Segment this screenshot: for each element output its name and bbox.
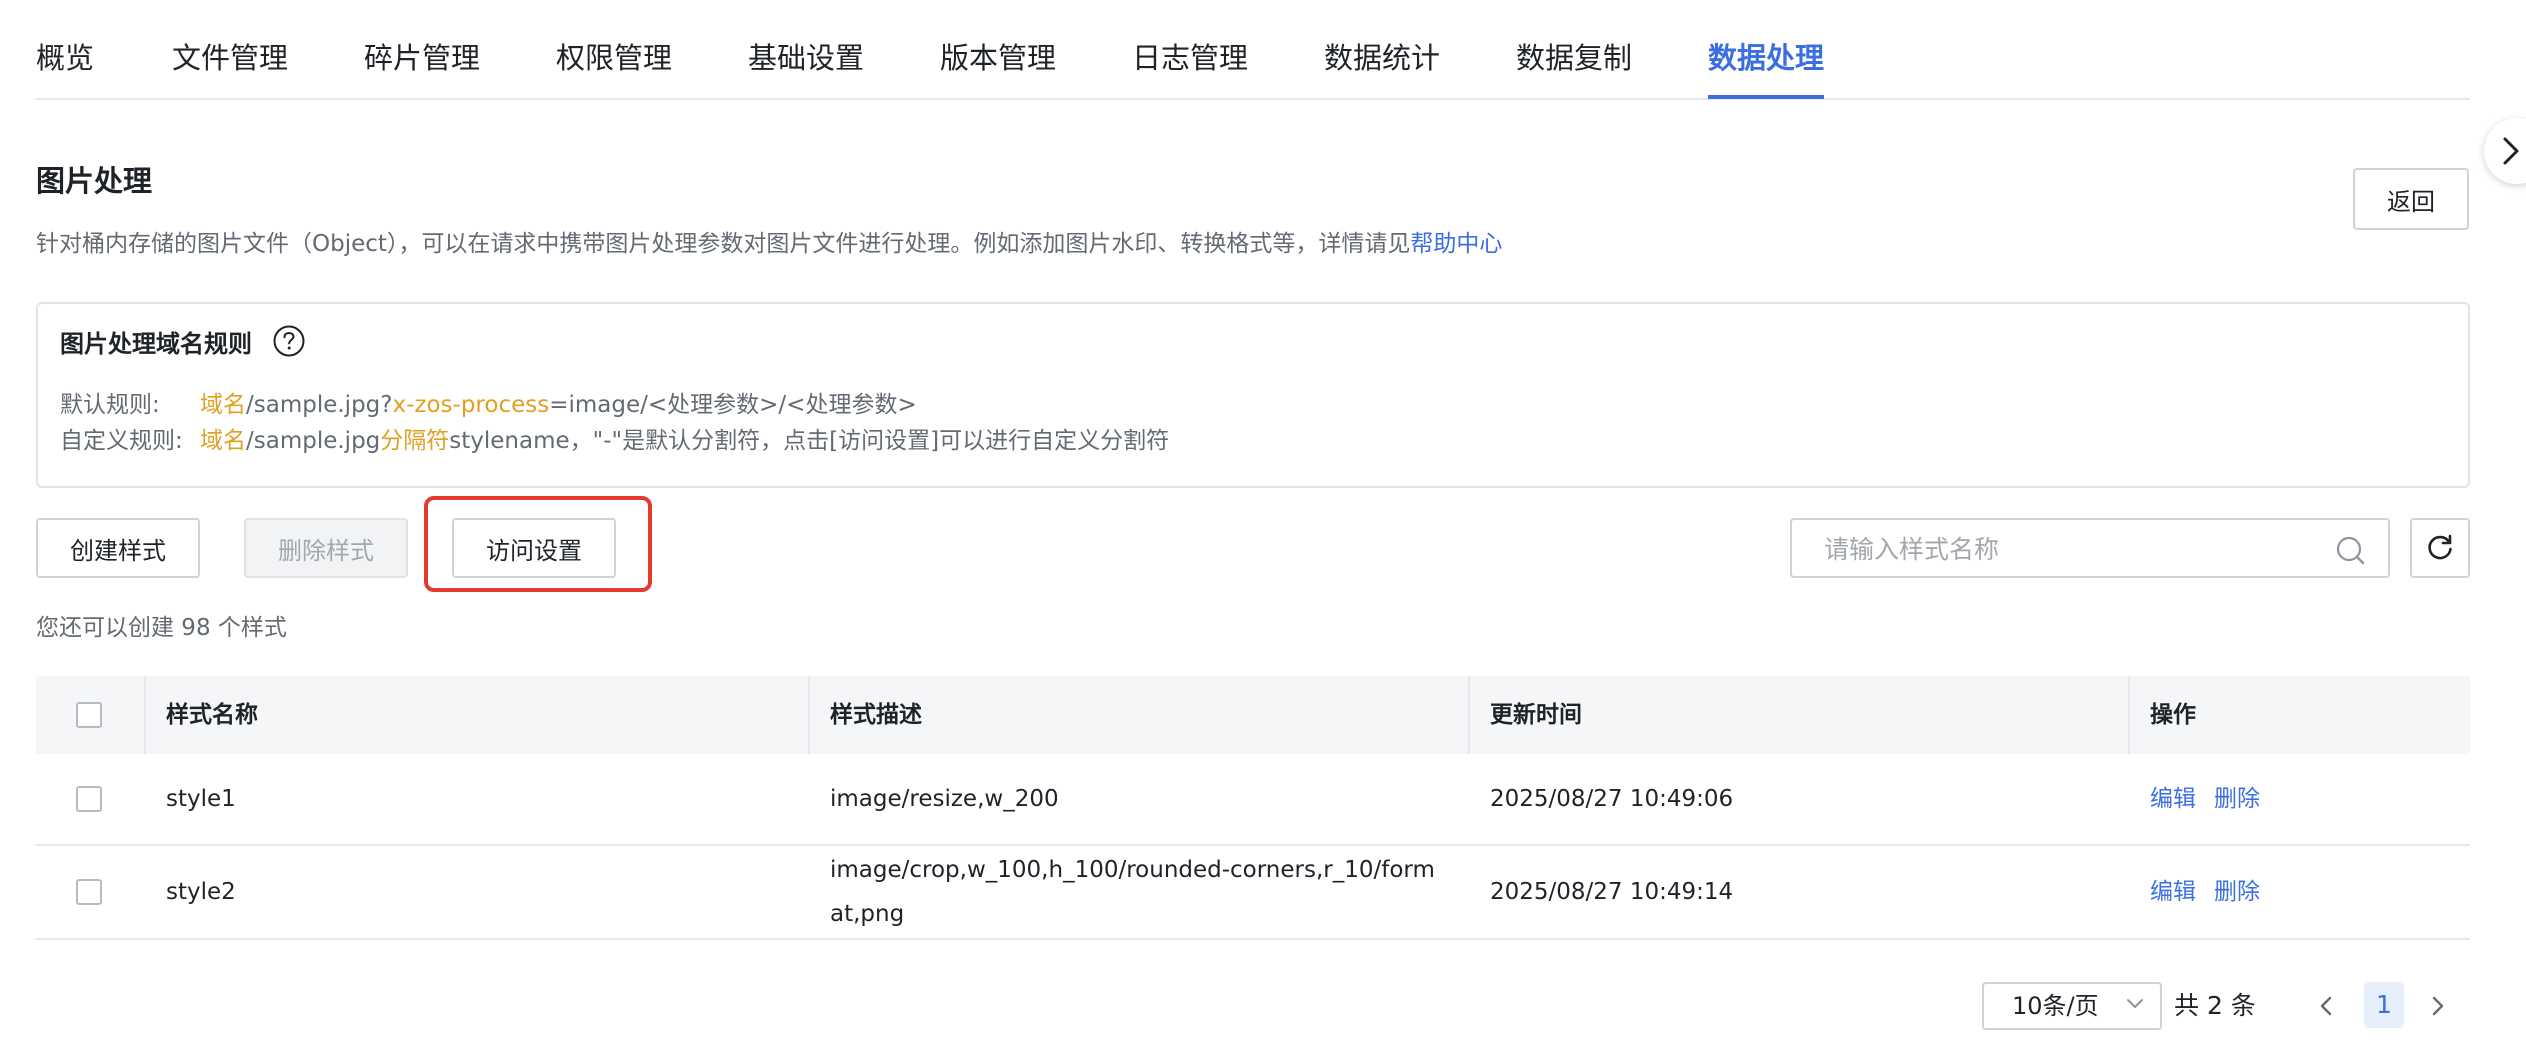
default-rule-rest: =image/<处理参数>/<处理参数> — [549, 392, 917, 418]
domain-rule-panel: 图片处理域名规则 默认规则: 域名/sample.jpg?x-zos-proces… — [36, 302, 2470, 488]
refresh-button[interactable] — [2410, 518, 2470, 578]
tab-overview[interactable]: 概览 — [36, 34, 94, 98]
column-header-description: 样式描述 — [830, 702, 922, 728]
updated-time-cell: 2025/08/27 10:49:06 — [1490, 786, 1734, 812]
page-size-select[interactable]: 10条/页 — [1982, 982, 2162, 1030]
tab-data-replication[interactable]: 数据复制 — [1516, 34, 1632, 98]
chevron-right-icon — [2503, 137, 2519, 165]
page-size-value: 10条/页 — [2012, 992, 2099, 1020]
table-header: 样式名称 样式描述 更新时间 操作 — [36, 676, 2470, 754]
tab-log-management[interactable]: 日志管理 — [1132, 34, 1248, 98]
custom-rule-rest: stylename，"-"是默认分割符，点击[访问设置]可以进行自定义分割符 — [449, 428, 1170, 454]
select-all-checkbox[interactable] — [76, 702, 102, 728]
refresh-icon — [2428, 534, 2452, 560]
edit-link[interactable]: 编辑 — [2150, 786, 2196, 812]
chevron-down-icon — [2127, 999, 2143, 1008]
tab-data-statistics[interactable]: 数据统计 — [1324, 34, 1440, 98]
custom-rule-path: /sample.jpg — [246, 428, 381, 454]
edit-link[interactable]: 编辑 — [2150, 879, 2196, 905]
styles-table: 样式名称 样式描述 更新时间 操作 style1 image/resize,w_… — [36, 676, 2470, 940]
page-number-current[interactable]: 1 — [2364, 982, 2404, 1028]
column-header-actions: 操作 — [2150, 702, 2196, 728]
chevron-right-icon[interactable] — [2422, 990, 2454, 1022]
delete-style-button[interactable]: 删除样式 — [244, 518, 408, 578]
question-circle-icon[interactable] — [272, 324, 306, 358]
tab-file-management[interactable]: 文件管理 — [172, 34, 288, 98]
page-title: 图片处理 — [36, 164, 153, 198]
chevron-left-icon[interactable] — [2310, 990, 2342, 1022]
style-description-cell: image/resize,w_200 — [830, 786, 1059, 812]
style-search-input[interactable] — [1822, 520, 2326, 578]
style-description-cell: image/crop,w_100,h_100/rounded-corners,r… — [830, 857, 1435, 927]
default-rule-path: /sample.jpg? — [246, 392, 393, 418]
tab-fragment-management[interactable]: 碎片管理 — [364, 34, 480, 98]
rule-panel-title: 图片处理域名规则 — [60, 330, 252, 358]
column-divider — [808, 676, 810, 754]
quota-text: 您还可以创建 98 个样式 — [36, 615, 287, 641]
app-root: 概览 文件管理 碎片管理 权限管理 基础设置 版本管理 日志管理 数据统计 数据… — [0, 0, 2526, 1052]
style-search-box — [1790, 518, 2390, 578]
actions-cell: 编辑 删除 — [2150, 870, 2278, 914]
default-rule-label: 默认规则: — [60, 392, 160, 418]
tab-data-processing[interactable]: 数据处理 — [1708, 34, 1825, 99]
default-rule-line: 默认规则: 域名/sample.jpg?x-zos-process=image/<… — [60, 388, 917, 422]
table-row: style1 image/resize,w_200 2025/08/27 10:… — [36, 754, 2470, 846]
custom-rule-line: 自定义规则: 域名/sample.jpg分隔符stylename，"-"是默认分割… — [60, 424, 1169, 458]
column-divider — [2128, 676, 2130, 754]
delete-link[interactable]: 删除 — [2214, 879, 2260, 905]
custom-rule-separator: 分隔符 — [380, 428, 450, 454]
column-header-updated-time: 更新时间 — [1490, 702, 1582, 728]
annotation-highlight — [424, 496, 652, 592]
custom-rule-domain: 域名 — [200, 428, 246, 454]
tab-bar: 概览 文件管理 碎片管理 权限管理 基础设置 版本管理 日志管理 数据统计 数据… — [36, 0, 2470, 100]
updated-time-cell: 2025/08/27 10:49:14 — [1490, 879, 1734, 905]
search-icon[interactable] — [2334, 534, 2366, 566]
description-text: 针对桶内存储的图片文件（Object），可以在请求中携带图片处理参数对图片文件进… — [36, 231, 1411, 257]
page-description: 针对桶内存储的图片文件（Object），可以在请求中携带图片处理参数对图片文件进… — [36, 226, 1502, 262]
delete-link[interactable]: 删除 — [2214, 786, 2260, 812]
total-count: 共 2 条 — [2174, 991, 2256, 1020]
column-divider — [144, 676, 146, 754]
column-divider — [1468, 676, 1470, 754]
tab-basic-settings[interactable]: 基础设置 — [748, 34, 864, 98]
column-header-name: 样式名称 — [166, 702, 258, 728]
default-rule-param: x-zos-process — [392, 392, 550, 418]
tab-version-management[interactable]: 版本管理 — [940, 34, 1056, 98]
custom-rule-label: 自定义规则: — [60, 428, 183, 454]
actions-cell: 编辑 删除 — [2150, 777, 2278, 821]
default-rule-domain: 域名 — [200, 392, 246, 418]
side-panel-toggle[interactable] — [2484, 118, 2526, 184]
create-style-button[interactable]: 创建样式 — [36, 518, 200, 578]
tab-permission-management[interactable]: 权限管理 — [556, 34, 672, 98]
style-name-cell: style1 — [166, 786, 236, 812]
table-row: style2 image/crop,w_100,h_100/rounded-co… — [36, 846, 2470, 940]
row-checkbox[interactable] — [76, 786, 102, 812]
back-button[interactable]: 返回 — [2353, 168, 2469, 230]
help-center-link[interactable]: 帮助中心 — [1410, 231, 1502, 257]
row-checkbox[interactable] — [76, 879, 102, 905]
style-name-cell: style2 — [166, 879, 236, 905]
